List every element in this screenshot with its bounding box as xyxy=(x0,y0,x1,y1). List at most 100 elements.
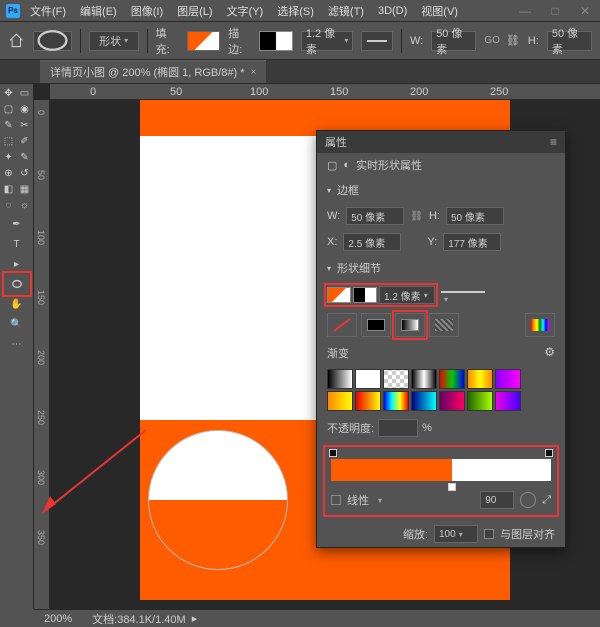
clone-tool[interactable]: ⊕ xyxy=(2,166,16,180)
document-tab[interactable]: 详情页小图 @ 200% (椭圆 1, RGB/8#) * × xyxy=(40,60,266,83)
opacity-input[interactable] xyxy=(378,419,418,437)
gradient-preset-0[interactable] xyxy=(327,369,353,389)
link-icon[interactable]: ⛓ xyxy=(410,211,423,222)
history-brush-tool[interactable]: ↺ xyxy=(18,166,32,180)
reverse-checkbox[interactable] xyxy=(331,495,341,505)
lasso-tool[interactable]: ◉ xyxy=(18,102,32,116)
pen-tool[interactable]: ✒ xyxy=(5,214,29,234)
menu-type[interactable]: 文字(Y) xyxy=(223,1,268,21)
color-picker-icon[interactable] xyxy=(525,313,555,337)
marquee-tool[interactable]: ▢ xyxy=(2,102,16,116)
type-tool[interactable]: T xyxy=(5,234,29,254)
color-stop-mid[interactable] xyxy=(448,483,456,491)
zoom-tool[interactable]: 🔍 xyxy=(5,314,29,334)
menu-filter[interactable]: 滤镜(T) xyxy=(324,1,368,21)
brush-tool[interactable]: ✎ xyxy=(18,150,32,164)
opacity-stop-right[interactable] xyxy=(545,449,553,457)
gradient-preset-10[interactable] xyxy=(411,391,437,411)
gradient-preset-5[interactable] xyxy=(467,369,493,389)
artboard-tool[interactable]: ▭ xyxy=(18,86,32,100)
bounds-section-head[interactable]: 边框 xyxy=(317,177,565,203)
panel-menu-icon[interactable]: ≡ xyxy=(550,135,557,149)
menu-image[interactable]: 图像(I) xyxy=(127,1,167,21)
frame-tool[interactable]: ⬚ xyxy=(2,134,16,148)
gradient-preset-13[interactable] xyxy=(495,391,521,411)
stroke-style-select[interactable] xyxy=(361,31,393,51)
gradient-preset-4[interactable] xyxy=(439,369,465,389)
stroke-swatch[interactable] xyxy=(259,31,292,51)
fill-solid[interactable] xyxy=(361,313,391,337)
shape-mode-select[interactable]: 形状 xyxy=(89,31,139,51)
stroke-width-input[interactable]: 1.2 像素 xyxy=(301,31,354,51)
fill-gradient[interactable] xyxy=(395,313,425,337)
gradient-preset-11[interactable] xyxy=(439,391,465,411)
menu-3d[interactable]: 3D(D) xyxy=(374,3,411,19)
maximize-button[interactable]: □ xyxy=(540,2,570,20)
shape-stroke-style[interactable] xyxy=(441,291,485,305)
zoom-level[interactable]: 200% xyxy=(44,613,72,625)
gradient-preset-6[interactable] xyxy=(495,369,521,389)
gradient-bar[interactable] xyxy=(331,459,551,481)
tab-close-icon[interactable]: × xyxy=(251,67,257,78)
eyedropper-tool[interactable]: ✐ xyxy=(18,134,32,148)
prop-h-input[interactable]: 50 像素 xyxy=(446,207,504,225)
close-button[interactable]: ✕ xyxy=(570,2,600,20)
shape-stroke-swatch[interactable] xyxy=(353,287,377,303)
prop-y-label: Y: xyxy=(427,236,437,248)
fill-swatch[interactable] xyxy=(187,31,220,51)
more-tools[interactable]: ⋯ xyxy=(5,334,29,354)
path-select-tool[interactable]: ▸ xyxy=(5,254,29,274)
style-label: 线性 xyxy=(347,492,369,508)
gradient-preset-7[interactable] xyxy=(327,391,353,411)
shape-stroke-width[interactable]: 1.2 像素 xyxy=(379,286,435,304)
gradient-tool[interactable]: ▦ xyxy=(18,182,32,196)
doc-info: 文档:384.1K/1.40M xyxy=(92,611,186,627)
ps-logo: Ps xyxy=(6,4,20,18)
blur-tool[interactable]: ◌ xyxy=(2,198,16,212)
move-tool[interactable]: ✥ xyxy=(2,86,16,100)
angle-dial[interactable] xyxy=(520,492,536,508)
angle-input[interactable]: 90 xyxy=(480,491,514,509)
ellipse-tool[interactable] xyxy=(5,274,29,294)
link-wh-icon[interactable]: GO xyxy=(484,35,500,46)
scale-input[interactable]: 100 xyxy=(434,525,478,543)
opacity-stop-left[interactable] xyxy=(329,449,337,457)
home-icon[interactable] xyxy=(8,32,25,50)
eraser-tool[interactable]: ◧ xyxy=(2,182,16,196)
ellipse-shape[interactable] xyxy=(148,430,288,570)
menu-file[interactable]: 文件(F) xyxy=(26,1,70,21)
gradient-preset-2[interactable] xyxy=(383,369,409,389)
gradient-preset-9[interactable] xyxy=(383,391,409,411)
shape-detail-head[interactable]: 形状细节 xyxy=(317,255,565,281)
quick-select-tool[interactable]: ✎ xyxy=(2,118,16,132)
prop-x-input[interactable]: 2.5 像素 xyxy=(343,233,401,251)
gear-icon[interactable]: ⚙ xyxy=(544,345,555,361)
fill-none[interactable] xyxy=(327,313,357,337)
gradient-preset-1[interactable] xyxy=(355,369,381,389)
height-input[interactable]: 50 像素 xyxy=(547,31,592,51)
style-select[interactable] xyxy=(375,494,382,506)
gradient-preset-8[interactable] xyxy=(355,391,381,411)
width-input[interactable]: 50 像素 xyxy=(431,31,476,51)
menu-edit[interactable]: 编辑(E) xyxy=(76,1,121,21)
fill-stroke-group: 1.2 像素 xyxy=(327,286,435,304)
menu-view[interactable]: 视图(V) xyxy=(417,1,462,21)
gradient-preset-3[interactable] xyxy=(411,369,437,389)
tool-shape-icon[interactable] xyxy=(33,31,72,51)
gradient-editor[interactable]: 线性 90 ⤢ xyxy=(325,447,557,515)
fill-pattern[interactable] xyxy=(429,313,459,337)
shape-fill-swatch[interactable] xyxy=(327,287,351,303)
crop-tool[interactable]: ✂ xyxy=(18,118,32,132)
align-checkbox[interactable] xyxy=(484,529,494,539)
panel-tab-properties[interactable]: 属性 xyxy=(325,134,347,150)
minimize-button[interactable]: — xyxy=(510,2,540,20)
spot-heal-tool[interactable]: ✦ xyxy=(2,150,16,164)
hand-tool[interactable]: ✋ xyxy=(5,294,29,314)
prop-y-input[interactable]: 177 像素 xyxy=(443,233,501,251)
align-icon[interactable]: ⤢ xyxy=(542,494,551,507)
gradient-preset-12[interactable] xyxy=(467,391,493,411)
prop-w-input[interactable]: 50 像素 xyxy=(346,207,404,225)
menu-layer[interactable]: 图层(L) xyxy=(173,1,216,21)
dodge-tool[interactable]: ☼ xyxy=(18,198,32,212)
menu-select[interactable]: 选择(S) xyxy=(273,1,318,21)
